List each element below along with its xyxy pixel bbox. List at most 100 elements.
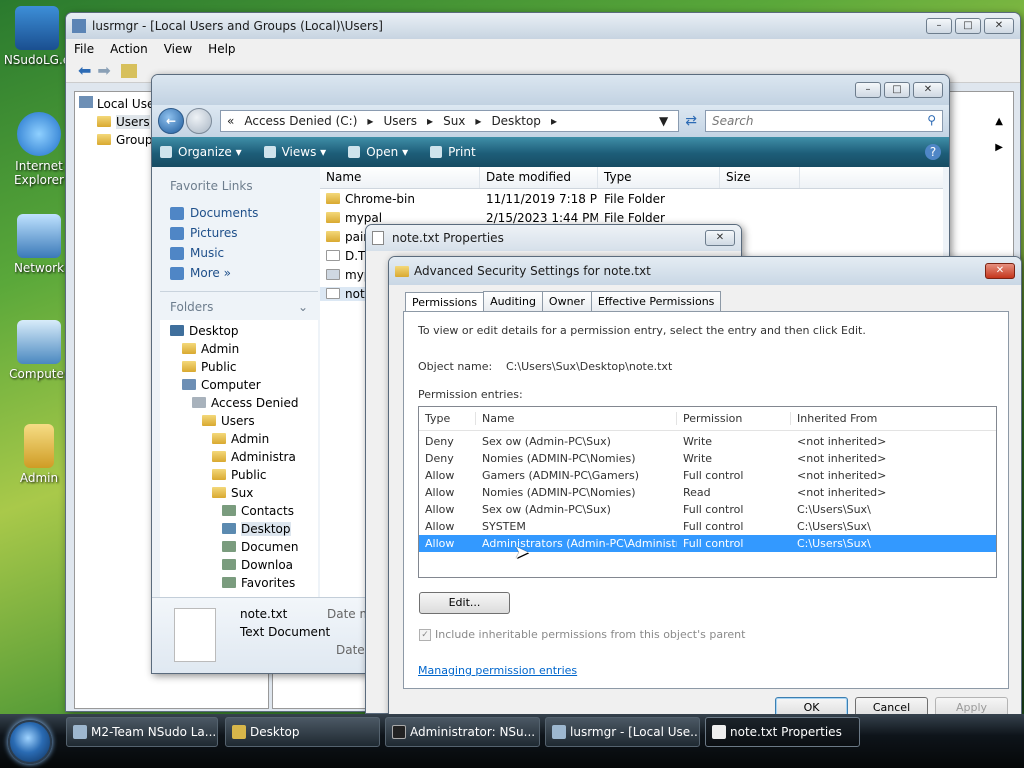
menu-file[interactable]: File — [74, 42, 94, 56]
taskbar-item-lusrmgr[interactable]: lusrmgr - [Local Use... — [545, 717, 700, 747]
maximize-button[interactable]: □ — [884, 82, 910, 98]
managing-permissions-link[interactable]: Managing permission entries — [418, 664, 577, 677]
tab-strip: Permissions Auditing Owner Effective Per… — [405, 291, 722, 314]
table-row[interactable]: Deny Sex ow (Admin-PC\Sux) Write <not inher… — [419, 433, 996, 450]
column-permission[interactable]: Permission — [677, 412, 791, 425]
breadcrumb-sux[interactable]: Sux — [443, 114, 465, 128]
column-type[interactable]: Type — [419, 412, 476, 425]
inherit-checkbox[interactable]: ✓ — [419, 628, 431, 641]
tree-users-administrator[interactable]: Administra — [160, 448, 318, 466]
taskbar-item-properties[interactable]: note.txt Properties — [705, 717, 860, 747]
menu-help[interactable]: Help — [208, 42, 235, 56]
address-bar[interactable]: « Access Denied (C:) ▸ Users ▸ Sux ▸ Deskto… — [220, 110, 680, 132]
advanced-security-titlebar: Advanced Security Settings for note.txt … — [389, 257, 1021, 285]
inherit-checkbox-row[interactable]: ✓ Include inheritable permissions from t… — [419, 628, 745, 641]
column-name[interactable]: Name — [476, 412, 677, 425]
desktop-icon-label: Internet Explorer — [14, 159, 64, 187]
favorite-links-header: Favorite Links — [170, 179, 253, 193]
help-icon[interactable]: ? — [925, 144, 941, 160]
tree-users-admin[interactable]: Admin — [160, 430, 318, 448]
link-documents[interactable]: Documents — [160, 203, 318, 223]
chevron-right-icon[interactable]: ▶ — [995, 142, 1003, 153]
file-row[interactable]: Chrome-bin 11/11/2019 7:18 PM File Folder — [320, 189, 943, 208]
column-name[interactable]: Name — [320, 167, 480, 188]
close-button[interactable]: ✕ — [985, 263, 1015, 279]
tab-effective-permissions[interactable]: Effective Permissions — [590, 291, 722, 313]
refresh-icon[interactable]: ⇄ — [685, 113, 697, 129]
desktop-icon-internet-explorer[interactable]: Internet Explorer — [4, 112, 74, 187]
link-more[interactable]: More » — [160, 263, 318, 283]
address-bar-row: ← « Access Denied (C:) ▸ Users ▸ Sux ▸ Desk… — [152, 105, 949, 137]
table-row[interactable]: Allow Sex ow (Admin-PC\Sux) Full control C:… — [419, 501, 996, 518]
breadcrumb-desktop[interactable]: Desktop — [491, 114, 541, 128]
tree-sux-favorites[interactable]: Favorites — [160, 574, 318, 592]
taskbar-item-cmd[interactable]: Administrator: NSu... — [385, 717, 540, 747]
minimize-button[interactable]: – — [926, 18, 952, 34]
link-pictures[interactable]: Pictures — [160, 223, 318, 243]
up-icon[interactable] — [120, 63, 137, 78]
forward-button[interactable] — [186, 108, 212, 134]
folders-header[interactable]: Folders ⌄ — [160, 291, 318, 318]
desktop-icon-admin[interactable]: Admin — [4, 424, 74, 485]
breadcrumb-drive[interactable]: Access Denied (C:) — [244, 114, 357, 128]
start-button[interactable] — [8, 720, 52, 764]
close-button[interactable]: ✕ — [705, 230, 735, 246]
breadcrumb-users[interactable]: Users — [383, 114, 417, 128]
edit-button[interactable]: Edit... — [419, 592, 510, 614]
taskbar-item-desktop[interactable]: Desktop — [225, 717, 380, 747]
close-button[interactable]: ✕ — [984, 18, 1014, 34]
tree-users[interactable]: Users — [160, 412, 318, 430]
maximize-button[interactable]: □ — [955, 18, 981, 34]
tab-owner[interactable]: Owner — [541, 291, 592, 313]
chevron-up-icon[interactable]: ⌄ — [298, 300, 308, 314]
column-type[interactable]: Type — [598, 167, 720, 188]
taskbar-item-nsudo[interactable]: M2-Team NSudo La... — [66, 717, 218, 747]
tree-sux-downloads[interactable]: Downloa — [160, 556, 318, 574]
desktop-icon-network[interactable]: Network — [4, 214, 74, 275]
tree-public[interactable]: Public — [160, 358, 318, 376]
tree-drive[interactable]: Access Denied — [160, 394, 318, 412]
tree-sux-contacts[interactable]: Contacts — [160, 502, 318, 520]
minimize-button[interactable]: – — [855, 82, 881, 98]
nsudo-icon — [15, 6, 59, 50]
tree-admin[interactable]: Admin — [160, 340, 318, 358]
tree-users-public[interactable]: Public — [160, 466, 318, 484]
table-row-selected[interactable]: AllowAdministrators (Admin-PC\Administra… — [419, 535, 996, 552]
forward-arrow-icon[interactable]: ➡ — [97, 61, 110, 80]
tab-auditing[interactable]: Auditing — [483, 291, 543, 313]
column-inherited-from[interactable]: Inherited From — [791, 412, 981, 425]
table-row[interactable]: Allow SYSTEM Full control C:\Users\Sux\ — [419, 518, 996, 535]
text-file-icon — [372, 231, 384, 245]
tree-sux-documents[interactable]: Documen — [160, 538, 318, 556]
back-button[interactable]: ← — [158, 108, 184, 134]
explorer-titlebar: – □ ✕ — [152, 75, 949, 105]
address-overflow[interactable]: « — [227, 114, 234, 128]
tree-users-sux[interactable]: Sux — [160, 484, 318, 502]
close-button[interactable]: ✕ — [913, 82, 943, 98]
search-icon[interactable]: ⚲ — [927, 113, 936, 127]
address-dropdown-icon[interactable]: ▼ — [659, 114, 668, 128]
print-button[interactable]: Print — [430, 145, 476, 159]
text-file-icon — [326, 287, 340, 299]
open-button[interactable]: Open ▾ — [348, 145, 408, 159]
menu-view[interactable]: View — [164, 42, 192, 56]
organize-button[interactable]: Organize ▾ — [160, 145, 242, 159]
back-arrow-icon[interactable]: ⬅ — [78, 61, 91, 80]
search-input[interactable]: Search ⚲ — [705, 110, 943, 132]
menu-action[interactable]: Action — [110, 42, 148, 56]
views-button[interactable]: Views ▾ — [263, 145, 326, 159]
tree-sux-desktop[interactable]: Desktop — [160, 520, 318, 538]
desktop-icon-computer[interactable]: Computer — [4, 320, 74, 381]
column-size[interactable]: Size — [720, 167, 800, 188]
column-date[interactable]: Date modified — [480, 167, 598, 188]
table-row[interactable]: Deny Nomies (ADMIN-PC\Nomies) Write <not in… — [419, 450, 996, 467]
tree-desktop[interactable]: Desktop — [160, 322, 318, 340]
table-row[interactable]: Allow Gamers (ADMIN-PC\Gamers) Full contro… — [419, 467, 996, 484]
desktop-icon-nsudo[interactable]: NSudoLG.e — [2, 6, 72, 67]
object-name-value: C:\Users\Sux\Desktop\note.txt — [506, 360, 673, 373]
scroll-up-icon[interactable]: ▲ — [995, 116, 1003, 127]
table-row[interactable]: Allow Nomies (ADMIN-PC\Nomies) Read <not in… — [419, 484, 996, 501]
link-music[interactable]: Music — [160, 243, 318, 263]
folder-icon — [232, 725, 246, 739]
tree-computer[interactable]: Computer — [160, 376, 318, 394]
